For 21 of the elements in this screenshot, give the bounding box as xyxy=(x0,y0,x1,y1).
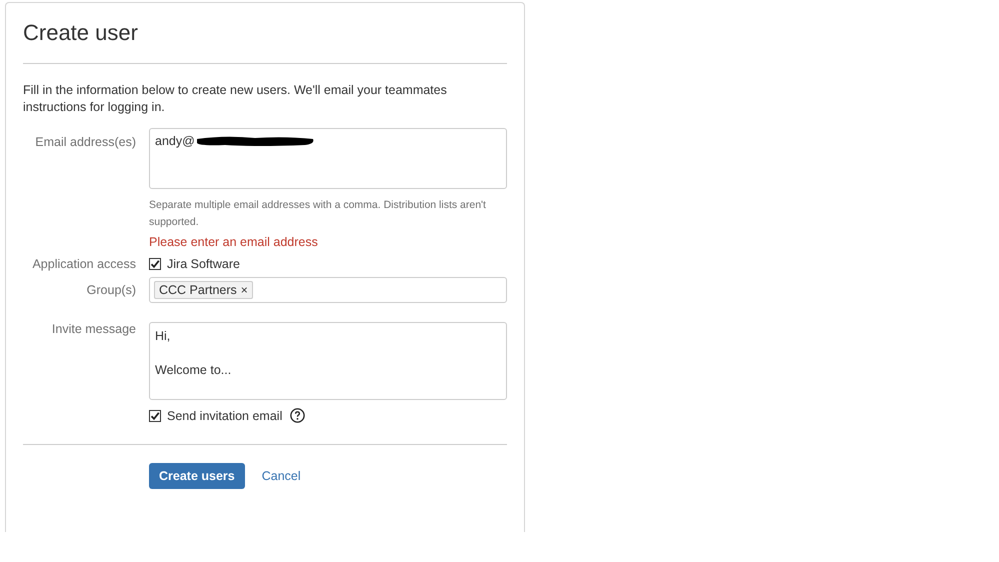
checkbox-label: Jira Software xyxy=(167,257,240,271)
create-users-button[interactable]: Create users xyxy=(149,463,245,489)
remove-tag-button[interactable]: × xyxy=(240,283,248,297)
invite-message-field[interactable]: Hi, Welcome to... xyxy=(149,322,507,400)
error-message: Please enter an email address xyxy=(149,235,319,249)
field-label: Email address(es) xyxy=(35,134,136,149)
dialog-title: Create user xyxy=(23,19,139,47)
checkbox-label: Send invitation email xyxy=(167,408,282,422)
checkbox[interactable] xyxy=(149,258,161,270)
field-label: Application access xyxy=(32,257,136,271)
email-field[interactable]: andy@ xyxy=(149,128,507,189)
group-tag: CCC Partners × xyxy=(154,281,253,299)
checkbox[interactable] xyxy=(149,410,161,422)
groups-field[interactable]: CCC Partners × xyxy=(149,277,507,303)
field-label: Invite message xyxy=(52,322,136,336)
help-icon[interactable] xyxy=(290,408,306,423)
email-value: andy@ xyxy=(155,134,195,148)
intro-text: Fill in the information below to create new users. We'll email your teammates instructions for logging in. xyxy=(23,82,448,116)
help-text: Separate multiple email addresses with a comma. Distribution lists aren't supported. xyxy=(149,198,487,230)
cancel-link[interactable]: Cancel xyxy=(262,469,301,483)
field-label: Group(s) xyxy=(86,283,136,297)
